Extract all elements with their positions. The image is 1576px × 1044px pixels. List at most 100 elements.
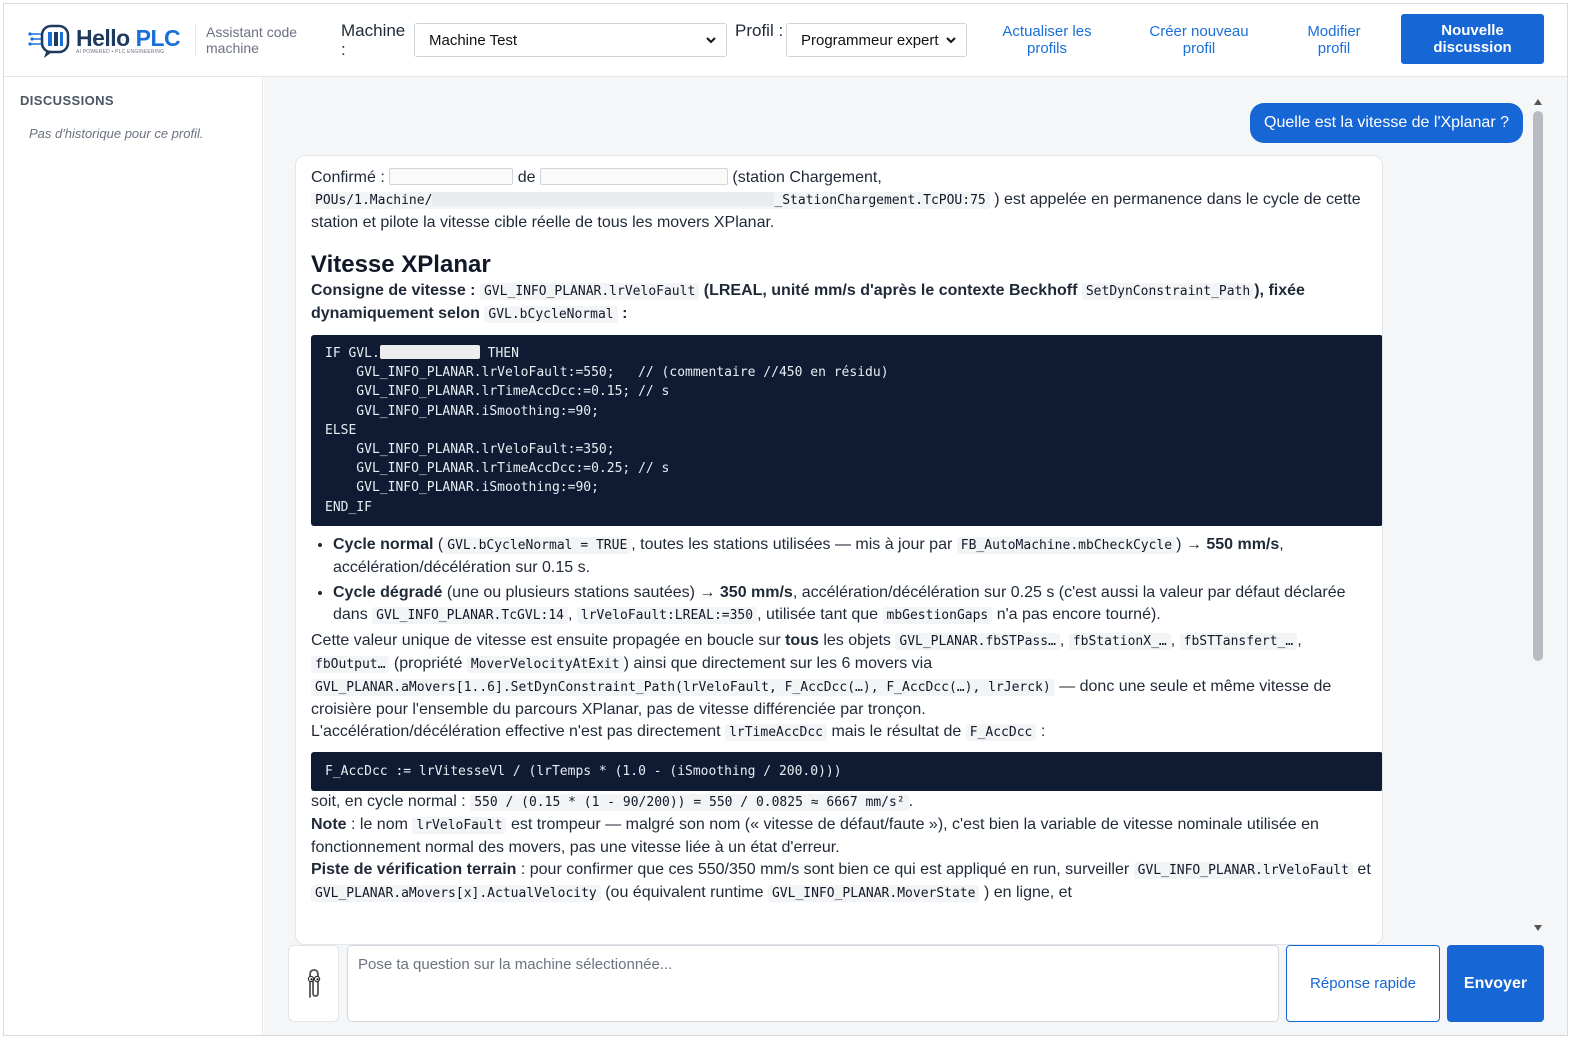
quick-reply-button[interactable]: Réponse rapide bbox=[1286, 945, 1440, 1022]
inline-code: GVL.bCycleNormal = TRUE bbox=[443, 536, 632, 554]
inline-code: FB_AutoMachine.mbCheckCycle bbox=[956, 536, 1177, 554]
message-composer: Pose ta question sur la machine sélectio… bbox=[264, 945, 1567, 1035]
redacted-block bbox=[432, 192, 775, 206]
machine-label: Machine : bbox=[341, 21, 406, 59]
answer-text: (une ou plusieurs stations sautées) → bbox=[446, 583, 716, 601]
list-item: Cycle dégradé (une ou plusieurs stations… bbox=[333, 582, 1382, 627]
answer-text: : bbox=[622, 305, 628, 322]
logo-wordmark: Hello PLC bbox=[76, 25, 181, 52]
user-message-bubble: Quelle est la vitesse de l'Xplanar ? bbox=[1250, 103, 1523, 143]
code-block-accdcc[interactable]: F_AccDcc := lrVitesseVl / (lrTemps * (1.… bbox=[311, 751, 1382, 792]
cycle-list: Cycle normal (GVL.bCycleNormal = TRUE, t… bbox=[333, 534, 1382, 627]
inline-code: mbGestionGaps bbox=[882, 606, 993, 624]
answer-text: . bbox=[908, 793, 914, 811]
attach-button[interactable] bbox=[288, 945, 339, 1022]
answer-text: ) → bbox=[1176, 535, 1202, 553]
chat-chip-icon bbox=[28, 24, 70, 58]
chevron-down-icon bbox=[706, 37, 716, 44]
answer-text: Confirmé : bbox=[311, 169, 385, 186]
answer-text: n'a pas encore tourné). bbox=[996, 605, 1161, 623]
answer-text: Piste de vérification terrain bbox=[311, 861, 517, 879]
answer-text: : le nom bbox=[351, 816, 408, 834]
answer-text: Cycle dégradé bbox=[333, 583, 443, 601]
new-discussion-button[interactable]: Nouvelle discussion bbox=[1401, 14, 1544, 64]
propagation-paragraph: Cette valeur unique de vitesse est ensui… bbox=[311, 631, 1332, 718]
answer-text: , utilisée tant que bbox=[757, 605, 879, 623]
inline-code: SetDynConstraint_Path bbox=[1081, 283, 1255, 300]
answer-text: : bbox=[1040, 722, 1046, 740]
send-button[interactable]: Envoyer bbox=[1447, 945, 1544, 1022]
machine-select[interactable]: Machine Test bbox=[414, 23, 727, 57]
answer-text: Cette valeur unique de vitesse est ensui… bbox=[311, 631, 781, 649]
inline-code: GVL_INFO_PLANAR.lrVeloFault bbox=[479, 283, 700, 300]
machine-select-value: Machine Test bbox=[429, 31, 518, 49]
paperclip-mascot-icon bbox=[307, 968, 320, 998]
scroll-up-arrow-icon[interactable] bbox=[1534, 99, 1542, 105]
answer-text: Consigne de vitesse : bbox=[311, 282, 476, 299]
answer-text: (ou équivalent runtime bbox=[605, 884, 764, 902]
profile-select-value: Programmeur expert bbox=[801, 31, 939, 49]
answer-text: 350 mm/s bbox=[719, 583, 793, 601]
answer-heading: Vitesse XPlanar bbox=[311, 251, 491, 278]
header-divider bbox=[195, 24, 196, 56]
profile-label: Profil : bbox=[735, 21, 784, 40]
code-text: THEN bbox=[479, 346, 519, 361]
answer-text: (LREAL, unité mm/s d'après le contexte B… bbox=[703, 282, 1078, 299]
logo-plc: PLC bbox=[135, 25, 181, 51]
app-window: Hello PLC AI POWERED • PLC ENGINEERING A… bbox=[3, 3, 1568, 1036]
sidebar-title: DISCUSSIONS bbox=[20, 93, 114, 108]
answer-text: 550 mm/s bbox=[1206, 535, 1280, 553]
answer-text: Cycle normal bbox=[333, 535, 434, 553]
scroll-down-arrow-icon[interactable] bbox=[1534, 925, 1542, 931]
inline-code: GVL_PLANAR.fbSTPass… bbox=[895, 632, 1060, 650]
answer-text: : pour confirmer que ces 550/350 mm/s so… bbox=[520, 861, 1130, 879]
code-text: GVL_INFO_PLANAR.lrVeloFault:=550; // (co… bbox=[325, 365, 889, 515]
assistant-label: Assistant code machine bbox=[206, 24, 298, 56]
normal-cycle-calc: soit, en cycle normal : 550 / (0.15 * (1… bbox=[311, 791, 1382, 814]
top-bar: Hello PLC AI POWERED • PLC ENGINEERING A… bbox=[4, 4, 1567, 77]
inline-code: MoverVelocityAtExit bbox=[466, 655, 624, 673]
note-paragraph: Note : le nom lrVeloFault est trompeur —… bbox=[311, 814, 1382, 859]
inline-code: fbStationX_… bbox=[1068, 632, 1171, 650]
refresh-profiles-button[interactable]: Actualiser les profils bbox=[989, 23, 1105, 57]
code-text: IF GVL. bbox=[325, 346, 380, 361]
answer-text: les objets bbox=[823, 631, 891, 649]
assistant-answer-card: Confirmé : de (station Chargement, POUs/… bbox=[295, 155, 1383, 945]
inline-code: GVL_PLANAR.aMovers[1..6].SetDynConstrain… bbox=[311, 678, 1055, 696]
verification-paragraph: Piste de vérification terrain : pour con… bbox=[311, 859, 1382, 905]
answer-text: soit, en cycle normal : bbox=[311, 793, 466, 811]
inline-code: GVL_INFO_PLANAR.lrVeloFault bbox=[1133, 862, 1353, 880]
question-input[interactable]: Pose ta question sur la machine sélectio… bbox=[347, 945, 1279, 1022]
answer-text: , toutes les stations utilisées — mis à … bbox=[631, 535, 953, 553]
inline-code: fbSTTansfert_… bbox=[1179, 632, 1298, 650]
chevron-down-icon bbox=[946, 37, 956, 44]
create-profile-button[interactable]: Créer nouveau profil bbox=[1144, 23, 1254, 57]
answer-text: (station Chargement, bbox=[732, 169, 882, 186]
answer-intro: Confirmé : de (station Chargement, POUs/… bbox=[311, 167, 1382, 234]
chat-panel: Quelle est la vitesse de l'Xplanar ? Con… bbox=[264, 77, 1567, 1035]
answer-text: ) ainsi que directement sur les 6 movers… bbox=[623, 654, 933, 672]
scroll-thumb[interactable] bbox=[1533, 111, 1543, 661]
answer-text: de bbox=[517, 169, 536, 186]
answer-text: L'accélération/décélération effective n'… bbox=[311, 722, 721, 740]
answer-text: ) en ligne, et bbox=[983, 884, 1072, 902]
consigne-paragraph: Consigne de vitesse : GVL_INFO_PLANAR.lr… bbox=[311, 280, 1382, 326]
inline-code: GVL_INFO_PLANAR.TcGVL:14 bbox=[372, 606, 568, 624]
hello-plc-logo[interactable]: Hello PLC AI POWERED • PLC ENGINEERING bbox=[28, 22, 188, 60]
answer-text: et bbox=[1357, 861, 1371, 879]
code-block-speed-config[interactable]: IF GVL. THEN GVL_INFO_PLANAR.lrVeloFault… bbox=[311, 335, 1382, 526]
sidebar-empty-state: Pas d'historique pour ce profil. bbox=[29, 126, 204, 141]
profile-select[interactable]: Programmeur expert bbox=[786, 23, 967, 57]
logo-tagline: AI POWERED • PLC ENGINEERING bbox=[76, 49, 165, 55]
answer-text: (propriété bbox=[393, 654, 463, 672]
inline-code: lrVeloFault bbox=[412, 817, 507, 835]
inline-code: 550 / (0.15 * (1 - 90/200)) = 550 / 0.08… bbox=[470, 794, 909, 812]
code-text: POUs/1.Machine/ bbox=[315, 193, 433, 208]
redacted-block bbox=[389, 168, 514, 185]
inline-code: GVL_INFO_PLANAR.MoverState bbox=[767, 885, 980, 903]
edit-profile-button[interactable]: Modifier profil bbox=[1294, 23, 1374, 57]
inline-code: POUs/1.Machine/ _StationChargement.TcPOU:… bbox=[311, 192, 990, 209]
inline-code: lrTimeAccDcc bbox=[725, 723, 827, 741]
chat-scrollbar[interactable] bbox=[1533, 99, 1544, 931]
answer-text: tous bbox=[785, 631, 819, 649]
